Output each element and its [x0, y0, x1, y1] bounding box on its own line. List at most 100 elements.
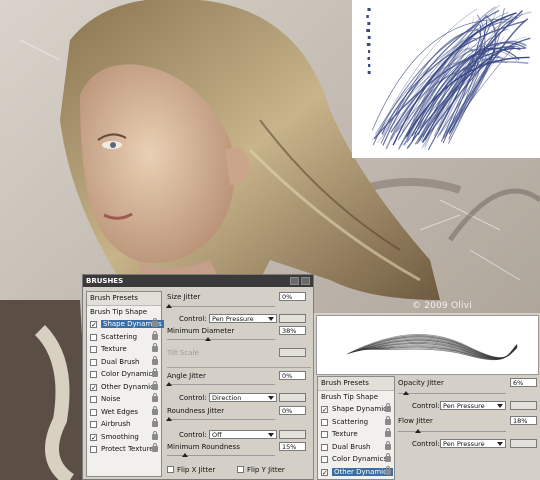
list-item-label: Wet Edges [101, 407, 139, 416]
shape-dynamics-settings: Size Jitter 0% Control: Pen Pressure Min… [166, 291, 311, 479]
flow-jitter-knob[interactable] [415, 429, 421, 433]
lock-icon[interactable] [152, 368, 158, 377]
opacity-control-select[interactable]: Pen Pressure [440, 401, 506, 410]
flow-control-select[interactable]: Pen Pressure [440, 439, 506, 448]
list-item[interactable]: Brush Tip Shape [318, 391, 394, 404]
lock-icon[interactable] [152, 418, 158, 427]
checkbox[interactable] [321, 443, 328, 451]
angle-control-fade-field[interactable] [279, 393, 306, 402]
lock-icon[interactable] [152, 355, 158, 365]
flow-jitter-field[interactable]: 18% [510, 416, 537, 425]
list-item[interactable]: Texture [87, 343, 161, 356]
flip-x-checkbox[interactable] [167, 466, 174, 473]
checkbox[interactable]: ✓ [321, 406, 328, 414]
list-item[interactable]: ✓ Shape Dynamics [318, 403, 394, 416]
size-jitter-knob[interactable] [166, 304, 172, 308]
list-item[interactable]: Color Dynamics [318, 453, 394, 466]
panel-menu-icon[interactable] [301, 277, 310, 285]
opacity-jitter-field[interactable]: 6% [510, 378, 537, 387]
checkbox[interactable]: ✓ [90, 433, 97, 441]
brush-settings-list: Brush Presets Brush Tip Shape ✓ Shape Dynam… [317, 376, 395, 480]
lock-icon[interactable] [385, 465, 391, 475]
lock-icon[interactable] [385, 428, 391, 437]
roundness-jitter-knob[interactable] [166, 417, 172, 421]
opacity-control-label: Control: [412, 402, 440, 410]
lock-icon[interactable] [152, 443, 158, 452]
list-item[interactable]: Brush Presets [87, 292, 161, 306]
lock-icon[interactable] [152, 343, 158, 352]
lock-icon[interactable] [152, 330, 158, 340]
lock-icon[interactable] [152, 430, 158, 440]
checkbox[interactable] [90, 346, 97, 353]
checkbox[interactable] [321, 456, 328, 463]
brush-dab [366, 15, 369, 18]
checkbox[interactable] [90, 371, 97, 378]
minimum-diameter-knob[interactable] [205, 337, 211, 341]
roundness-jitter-slider[interactable] [167, 419, 275, 420]
list-item[interactable]: Wet Edges [87, 405, 161, 419]
list-item[interactable]: Brush Tip Shape [87, 306, 161, 319]
checkbox[interactable] [321, 431, 328, 438]
checkbox[interactable] [90, 408, 97, 416]
list-item[interactable]: Texture [318, 428, 394, 441]
lock-icon[interactable] [385, 453, 391, 462]
size-jitter-slider[interactable] [167, 306, 275, 307]
list-item[interactable]: Protect Texture [87, 443, 161, 456]
roundness-control-select[interactable]: Off [209, 430, 277, 439]
list-item[interactable]: Dual Brush [87, 355, 161, 369]
lock-icon[interactable] [152, 380, 158, 390]
minimum-diameter-slider[interactable] [167, 339, 275, 340]
list-item[interactable]: ✓ Other Dynamics [318, 465, 394, 479]
checkbox[interactable] [90, 333, 97, 341]
lock-icon[interactable] [385, 403, 391, 412]
angle-jitter-field[interactable]: 0% [279, 371, 306, 380]
checkbox[interactable] [90, 446, 97, 453]
checkbox[interactable]: ✓ [321, 468, 328, 476]
minimum-roundness-field[interactable]: 15% [279, 442, 306, 451]
flip-y-checkbox[interactable] [237, 466, 244, 473]
roundness-control-fade-field[interactable] [279, 430, 306, 439]
checkbox[interactable] [321, 418, 328, 426]
minimum-diameter-label: Minimum Diameter [167, 327, 235, 335]
list-item[interactable]: ✓ Other Dynamics [87, 380, 161, 394]
angle-jitter-knob[interactable] [166, 382, 172, 386]
lock-icon[interactable] [152, 393, 158, 402]
checkbox[interactable] [90, 358, 97, 366]
minimum-roundness-knob[interactable] [182, 453, 188, 457]
brush-dab [368, 64, 371, 67]
opacity-jitter-slider[interactable] [398, 393, 506, 394]
list-item[interactable]: ✓ Shape Dynamics [87, 318, 164, 331]
list-item[interactable]: Color Dynamics [87, 368, 161, 381]
lock-icon[interactable] [385, 415, 391, 425]
checkbox[interactable]: ✓ [90, 383, 97, 391]
list-item-label: Brush Tip Shape [90, 307, 148, 316]
size-control-select[interactable]: Pen Pressure [209, 314, 277, 323]
checkbox[interactable]: ✓ [90, 321, 97, 329]
list-item-label: Protect Texture [101, 445, 154, 453]
list-item[interactable]: Airbrush [87, 418, 161, 431]
lock-icon[interactable] [152, 405, 158, 415]
size-control-fade-field[interactable] [279, 314, 306, 323]
checkbox[interactable] [90, 396, 97, 403]
roundness-control-label: Control: [179, 431, 207, 439]
roundness-jitter-field[interactable]: 0% [279, 406, 306, 415]
list-item[interactable]: Scattering [87, 330, 161, 344]
angle-control-select[interactable]: Direction [209, 393, 277, 402]
size-jitter-field[interactable]: 0% [279, 292, 306, 301]
list-item-label: Color Dynamics [101, 370, 157, 378]
angle-jitter-slider[interactable] [167, 384, 275, 385]
list-item[interactable]: Scattering [318, 415, 394, 429]
lock-icon[interactable] [152, 318, 158, 327]
flow-control-label: Control: [412, 440, 440, 448]
flow-control-fade-field[interactable] [510, 439, 537, 448]
opacity-jitter-knob[interactable] [403, 391, 409, 395]
minimum-diameter-field[interactable]: 38% [279, 326, 306, 335]
checkbox[interactable] [90, 421, 97, 428]
opacity-control-fade-field[interactable] [510, 401, 537, 410]
list-item[interactable]: Noise [87, 393, 161, 406]
lock-icon[interactable] [385, 440, 391, 450]
list-item[interactable]: ✓ Smoothing [87, 430, 161, 444]
collapse-icon[interactable] [290, 277, 299, 285]
list-item[interactable]: Brush Presets [318, 377, 394, 391]
list-item[interactable]: Dual Brush [318, 440, 394, 454]
